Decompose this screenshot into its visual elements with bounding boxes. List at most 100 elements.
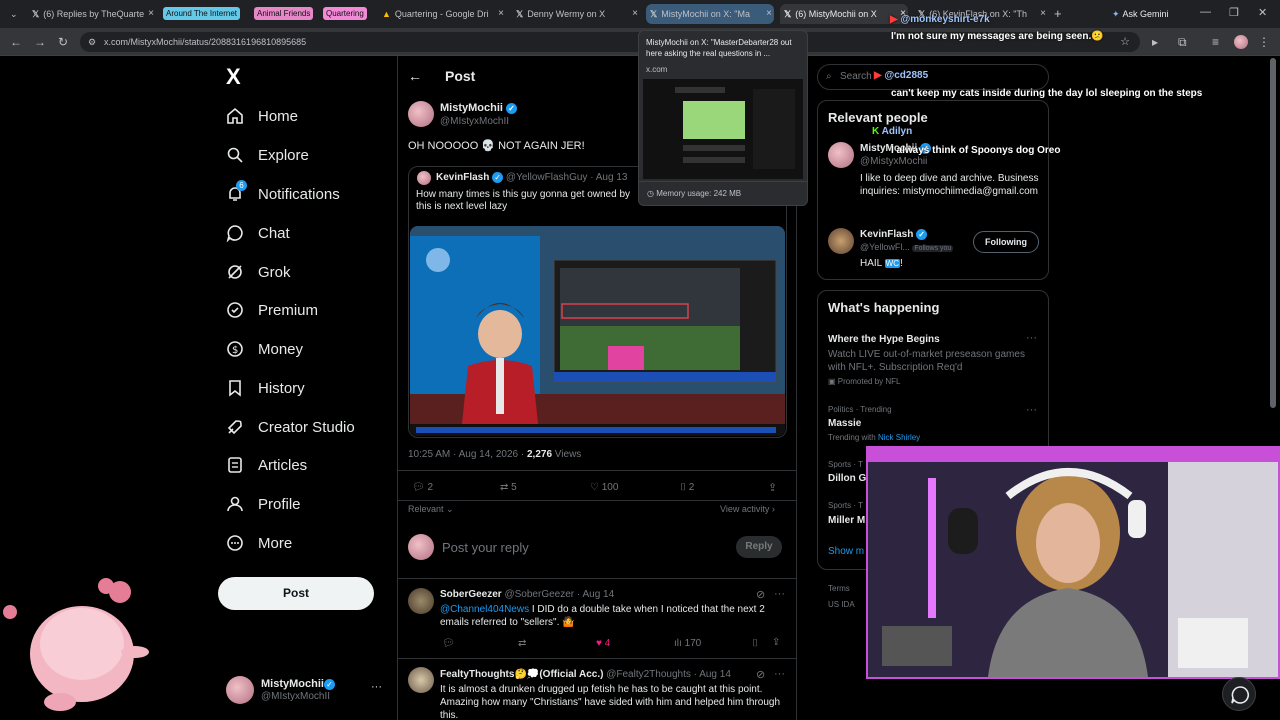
reply-author-name[interactable]: SoberGeezer: [440, 589, 502, 600]
tab-google-drive[interactable]: ▲ Quartering - Google Dri ×: [378, 4, 506, 24]
person-name[interactable]: KevinFlash ✓: [860, 229, 928, 240]
close-window-icon[interactable]: ✕: [1258, 6, 1267, 19]
nav-premium[interactable]: Premium: [226, 298, 318, 322]
share-icon[interactable]: ⇪: [768, 481, 777, 494]
comment-icon[interactable]: 💬︎: [442, 638, 455, 649]
tab-group-animal-friends[interactable]: Animal Friends: [254, 7, 314, 20]
bookmark-action[interactable]: ⌷ 2: [680, 482, 694, 493]
bookmark-star-icon[interactable]: ☆: [1120, 32, 1130, 52]
new-tab-button[interactable]: +: [1050, 4, 1064, 24]
reload-icon[interactable]: ↻: [58, 35, 68, 49]
show-more-link[interactable]: Show m: [828, 546, 864, 557]
more-icon[interactable]: ···: [774, 668, 785, 680]
more-circle-icon: [227, 535, 243, 551]
tab-denny-wermy[interactable]: 𝕏 Denny Wermy on X ×: [512, 4, 640, 24]
screen: ⌄ 𝕏 (6) Replies by TheQuarte × Around The …: [0, 0, 1280, 720]
tab-label: Quartering - Google Dri: [394, 9, 489, 19]
close-icon[interactable]: ×: [632, 4, 638, 24]
back-arrow-icon[interactable]: ←: [408, 68, 422, 84]
forward-icon[interactable]: →: [34, 35, 46, 49]
footer-link[interactable]: Terms: [828, 584, 850, 593]
menu-icon[interactable]: ⋮: [1258, 35, 1270, 49]
close-icon[interactable]: ×: [1040, 4, 1046, 24]
maximize-icon[interactable]: ❐: [1229, 6, 1239, 19]
reply-mention[interactable]: @Channel404News: [440, 604, 529, 615]
nav-articles[interactable]: Articles: [226, 453, 307, 477]
tab-group-quartering[interactable]: Quartering: [323, 7, 367, 20]
nav-home[interactable]: Home: [226, 104, 298, 128]
views-action[interactable]: ılı 170: [674, 638, 701, 649]
trend-title[interactable]: Massie: [828, 418, 861, 429]
reply-button[interactable]: Reply: [736, 536, 782, 558]
compose-post-button[interactable]: Post: [218, 577, 374, 610]
profile-avatar[interactable]: [1234, 35, 1248, 49]
nav-profile[interactable]: Profile: [226, 492, 301, 516]
reply-author-name[interactable]: FealtyThoughts🤔💭(Official Acc.): [440, 669, 603, 680]
tab-mistymochii-hover[interactable]: 𝕏 MistyMochii on X: "Ma ×: [646, 4, 774, 24]
nav-creator-studio[interactable]: Creator Studio: [226, 415, 355, 439]
sort-replies-dropdown[interactable]: Relevant ⌄: [408, 504, 454, 515]
tab-replies[interactable]: 𝕏 (6) Replies by TheQuarte ×: [28, 4, 156, 24]
like-count: 4: [604, 638, 611, 649]
scrollbar[interactable]: [1270, 58, 1276, 408]
trend-meta-link[interactable]: Nick Shirley: [878, 433, 920, 442]
reply-avatar[interactable]: [408, 667, 434, 693]
post-author-avatar[interactable]: [408, 101, 434, 127]
tab-search-icon[interactable]: ⌄: [6, 4, 20, 24]
reading-list-icon[interactable]: ≡: [1212, 35, 1219, 49]
grok-icon[interactable]: ⊘: [756, 668, 765, 681]
quote-video-thumbnail[interactable]: [410, 226, 785, 436]
trend-title[interactable]: Miller M: [828, 515, 865, 526]
repost-icon[interactable]: ⇄: [518, 638, 526, 649]
more-icon[interactable]: ···: [1026, 332, 1037, 344]
reply-action[interactable]: 💬︎ 2: [412, 482, 433, 493]
tab-group-around-the-internet[interactable]: Around The Internet: [163, 7, 241, 20]
grok-icon[interactable]: ⊘: [756, 588, 765, 601]
nav-money[interactable]: $ Money: [226, 337, 303, 361]
account-more-icon[interactable]: ···: [371, 681, 382, 693]
share-icon[interactable]: ⇪: [772, 637, 780, 648]
nav-label: Grok: [258, 263, 291, 281]
more-icon[interactable]: ···: [774, 588, 785, 600]
x-logo-icon[interactable]: X: [226, 64, 241, 90]
nav-chat[interactable]: Chat: [226, 221, 290, 245]
nav-more[interactable]: More: [226, 531, 292, 555]
reply-avatar[interactable]: [408, 588, 434, 614]
nav-history[interactable]: History: [226, 376, 305, 400]
close-icon[interactable]: ×: [498, 4, 504, 24]
repost-action[interactable]: ⇄ 5: [500, 482, 517, 493]
close-icon[interactable]: ×: [148, 4, 154, 24]
extensions-icon[interactable]: ▸: [1152, 35, 1158, 49]
bio-prefix: HAIL: [860, 258, 885, 269]
footer-link[interactable]: US IDA: [828, 600, 855, 609]
more-icon[interactable]: ···: [1026, 404, 1037, 416]
following-button[interactable]: Following: [973, 231, 1039, 253]
person-avatar[interactable]: [828, 142, 854, 168]
close-icon[interactable]: ×: [766, 4, 772, 24]
site-info-icon[interactable]: ⚙: [88, 32, 96, 52]
like-action[interactable]: ♥ 4: [596, 638, 610, 649]
reply-author-handle[interactable]: @SoberGeezer: [504, 589, 574, 600]
post-author-name[interactable]: MistyMochii ✓: [440, 102, 518, 114]
reply-input[interactable]: Post your reply: [442, 540, 529, 555]
person-avatar[interactable]: [828, 228, 854, 254]
view-activity-link[interactable]: View activity ›: [720, 504, 775, 514]
search-input[interactable]: ⌕ Search: [817, 64, 1049, 90]
puzzle-icon[interactable]: ⧉: [1178, 35, 1187, 50]
tab-mistymochii-active[interactable]: 𝕏 (6) MistyMochii on X ×: [780, 4, 908, 24]
nav-notifications[interactable]: 6 Notifications: [226, 180, 340, 206]
trend-title[interactable]: Dillon G: [828, 473, 866, 484]
grok-chat-button[interactable]: [1222, 677, 1256, 711]
bookmark-icon[interactable]: ⌷: [752, 638, 758, 649]
account-switcher[interactable]: MistyMochii ✓ @MIstyxMochII ···: [226, 676, 386, 706]
youtube-icon: ▶: [874, 70, 882, 81]
trend-title[interactable]: Where the Hype Begins: [828, 334, 940, 345]
nav-grok[interactable]: Grok: [226, 260, 291, 284]
nav-explore[interactable]: Explore: [226, 143, 309, 167]
like-action[interactable]: ♡ 100: [590, 482, 618, 493]
reply-author-handle[interactable]: @Fealty2Thoughts: [606, 669, 691, 680]
ask-gemini-button[interactable]: ✦ Ask Gemini: [1108, 4, 1188, 24]
post-author-handle[interactable]: @MIstyxMochII: [440, 116, 509, 127]
minimize-icon[interactable]: —: [1200, 6, 1211, 18]
back-icon[interactable]: ←: [10, 35, 22, 49]
